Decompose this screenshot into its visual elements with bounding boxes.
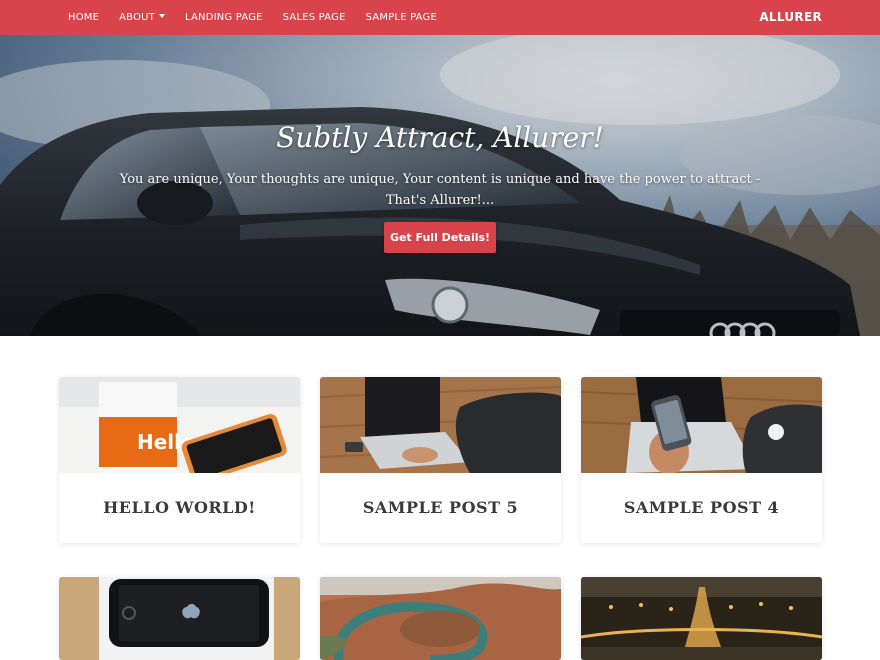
post-thumbnail[interactable] — [320, 577, 561, 660]
post-title[interactable]: HELLO WORLD! — [59, 473, 300, 543]
post-title[interactable]: SAMPLE POST 5 — [320, 473, 561, 543]
hero-text: You are unique, Your thoughts are unique… — [119, 172, 761, 208]
canyon-river-image — [320, 577, 561, 660]
phone-laptop-image — [581, 377, 822, 473]
nav-item-home[interactable]: HOME — [58, 0, 109, 35]
post-card[interactable] — [59, 577, 300, 660]
post-card[interactable] — [581, 577, 822, 660]
site-brand[interactable]: ALLURER — [759, 0, 822, 35]
nav-item-sales-page[interactable]: SALES PAGE — [273, 0, 356, 35]
hero-title: Subtly Attract, Allurer! — [276, 121, 604, 154]
hello-mug-image: Hello — [59, 377, 300, 473]
hero-banner: Subtly Attract, Allurer! You are unique,… — [0, 35, 880, 336]
iphone-box-image — [59, 577, 300, 660]
post-title[interactable]: SAMPLE POST 4 — [581, 473, 822, 543]
post-thumbnail[interactable] — [581, 577, 822, 660]
nav-item-label: HOME — [68, 12, 100, 23]
nav-item-label: ABOUT — [119, 12, 155, 23]
caret-down-icon — [158, 14, 165, 18]
main-menu: HOME ABOUT LANDING PAGE SALES PAGE SAMPL… — [58, 0, 447, 35]
post-thumbnail[interactable] — [59, 577, 300, 660]
nav-item-label: SAMPLE PAGE — [365, 12, 438, 23]
post-thumbnail[interactable]: Hello — [59, 377, 300, 473]
get-full-details-button[interactable]: Get Full Details! — [384, 222, 496, 253]
nav-item-about[interactable]: ABOUT — [109, 0, 175, 35]
post-card[interactable]: SAMPLE POST 5 — [320, 377, 561, 543]
city-lights-image — [581, 577, 822, 660]
nav-item-label: SALES PAGE — [282, 12, 346, 23]
post-card[interactable]: Hello HELLO WORLD! — [59, 377, 300, 543]
top-navbar: HOME ABOUT LANDING PAGE SALES PAGE SAMPL… — [0, 0, 880, 35]
post-thumbnail[interactable] — [320, 377, 561, 473]
laptop-desk-image — [320, 377, 561, 473]
post-thumbnail[interactable] — [581, 377, 822, 473]
nav-item-sample-page[interactable]: SAMPLE PAGE — [356, 0, 447, 35]
nav-item-landing-page[interactable]: LANDING PAGE — [175, 0, 273, 35]
post-card[interactable] — [320, 577, 561, 660]
post-card[interactable]: SAMPLE POST 4 — [581, 377, 822, 543]
nav-item-label: LANDING PAGE — [184, 12, 263, 23]
